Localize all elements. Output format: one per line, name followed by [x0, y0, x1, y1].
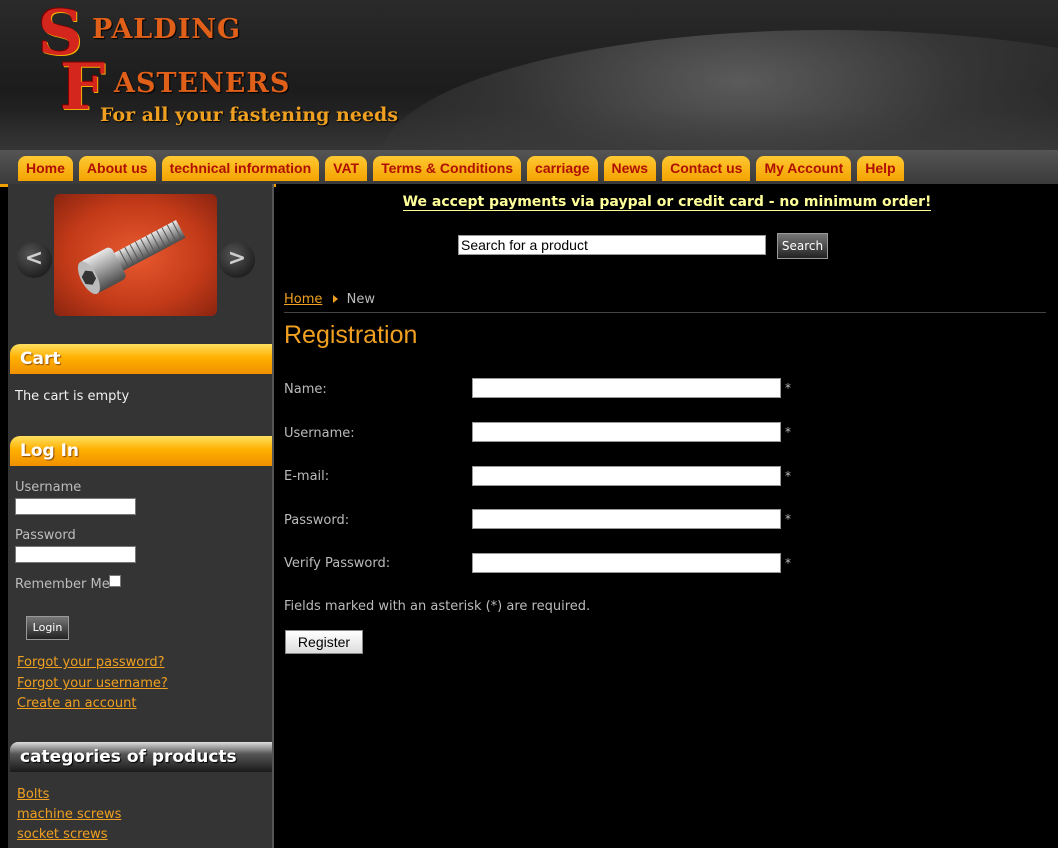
- password-label: Password: [15, 528, 76, 543]
- remember-me-checkbox[interactable]: [109, 575, 121, 587]
- product-slideshow: < >: [8, 192, 272, 322]
- nav-item-home[interactable]: Home: [18, 156, 73, 181]
- required-fields-note: Fields marked with an asterisk (*) are r…: [284, 599, 591, 614]
- verify-password-label: Verify Password:: [284, 556, 391, 571]
- categories-module-title: categories of products: [10, 742, 272, 772]
- nav-item-contact-us[interactable]: Contact us: [662, 156, 751, 181]
- search-button[interactable]: Search: [777, 233, 828, 259]
- login-button[interactable]: Login: [26, 616, 69, 640]
- payment-notice-text: We accept payments via paypal or credit …: [402, 194, 932, 211]
- verify-password-field[interactable]: [472, 553, 781, 573]
- required-asterisk: *: [785, 556, 791, 570]
- chevron-left-icon[interactable]: <: [16, 242, 52, 278]
- category-link-machine-screws[interactable]: machine screws: [17, 807, 121, 822]
- cart-module-title: Cart: [10, 344, 272, 374]
- logo-word-spalding: PALDING: [92, 14, 242, 45]
- username-label: Username: [15, 480, 82, 495]
- username-field-label: Username:: [284, 426, 355, 441]
- sidebar: < > Cart The cart is empty Log In Userna…: [8, 184, 274, 848]
- nav-item-help[interactable]: Help: [857, 156, 904, 181]
- nav-item-terms-conditions[interactable]: Terms & Conditions: [373, 156, 522, 181]
- required-asterisk: *: [785, 512, 791, 526]
- username-field[interactable]: [472, 422, 781, 442]
- password-field[interactable]: [472, 509, 781, 529]
- required-asterisk: *: [785, 469, 791, 483]
- cart-status: The cart is empty: [15, 389, 130, 404]
- email-label: E-mail:: [284, 469, 330, 484]
- name-label: Name:: [284, 382, 327, 397]
- nav-item-about-us[interactable]: About us: [78, 156, 156, 181]
- logo-letter-f: F: [60, 50, 106, 125]
- email-field[interactable]: [472, 466, 781, 486]
- chevron-right-icon[interactable]: >: [219, 242, 255, 278]
- socket-screw-image: [77, 220, 186, 295]
- breadcrumb: Home New: [284, 292, 375, 307]
- product-image[interactable]: [54, 194, 217, 316]
- product-search-input[interactable]: [458, 235, 766, 255]
- logo-tagline: For all your fastening needs: [100, 104, 399, 126]
- category-link-socket-screws[interactable]: socket screws: [17, 827, 108, 842]
- main-navigation: Home About us technical information VAT …: [0, 150, 1058, 187]
- login-module-title: Log In: [10, 436, 272, 466]
- password-field-label: Password:: [284, 513, 350, 528]
- logo-word-fasteners: ASTENERS: [114, 68, 291, 99]
- breadcrumb-home-link[interactable]: Home: [284, 292, 322, 307]
- breadcrumb-separator-icon: [332, 295, 338, 303]
- breadcrumb-current: New: [346, 292, 376, 307]
- main-content: We accept payments via paypal or credit …: [276, 184, 1058, 848]
- create-account-link[interactable]: Create an account: [17, 696, 136, 711]
- remember-me-label: Remember Me: [15, 577, 110, 592]
- forgot-username-link[interactable]: Forgot your username?: [17, 676, 168, 691]
- forgot-password-link[interactable]: Forgot your password?: [17, 655, 165, 670]
- required-asterisk: *: [785, 425, 791, 439]
- nav-item-my-account[interactable]: My Account: [756, 156, 852, 181]
- nav-item-technical-information[interactable]: technical information: [161, 156, 320, 181]
- nav-item-news[interactable]: News: [603, 156, 657, 181]
- nav-item-carriage[interactable]: carriage: [527, 156, 598, 181]
- register-button[interactable]: Register: [285, 630, 363, 654]
- category-link-bolts[interactable]: Bolts: [17, 787, 49, 802]
- breadcrumb-divider: [284, 312, 1046, 313]
- site-logo[interactable]: S PALDING F ASTENERS For all your fasten…: [10, 0, 430, 145]
- name-field[interactable]: [472, 378, 781, 398]
- login-password-input[interactable]: [15, 546, 136, 563]
- payment-notice: We accept payments via paypal or credit …: [276, 194, 1058, 211]
- site-header: S PALDING F ASTENERS For all your fasten…: [0, 0, 1058, 150]
- page-title: Registration: [284, 321, 418, 349]
- required-asterisk: *: [785, 381, 791, 395]
- nav-item-vat[interactable]: VAT: [325, 156, 368, 181]
- login-username-input[interactable]: [15, 498, 136, 515]
